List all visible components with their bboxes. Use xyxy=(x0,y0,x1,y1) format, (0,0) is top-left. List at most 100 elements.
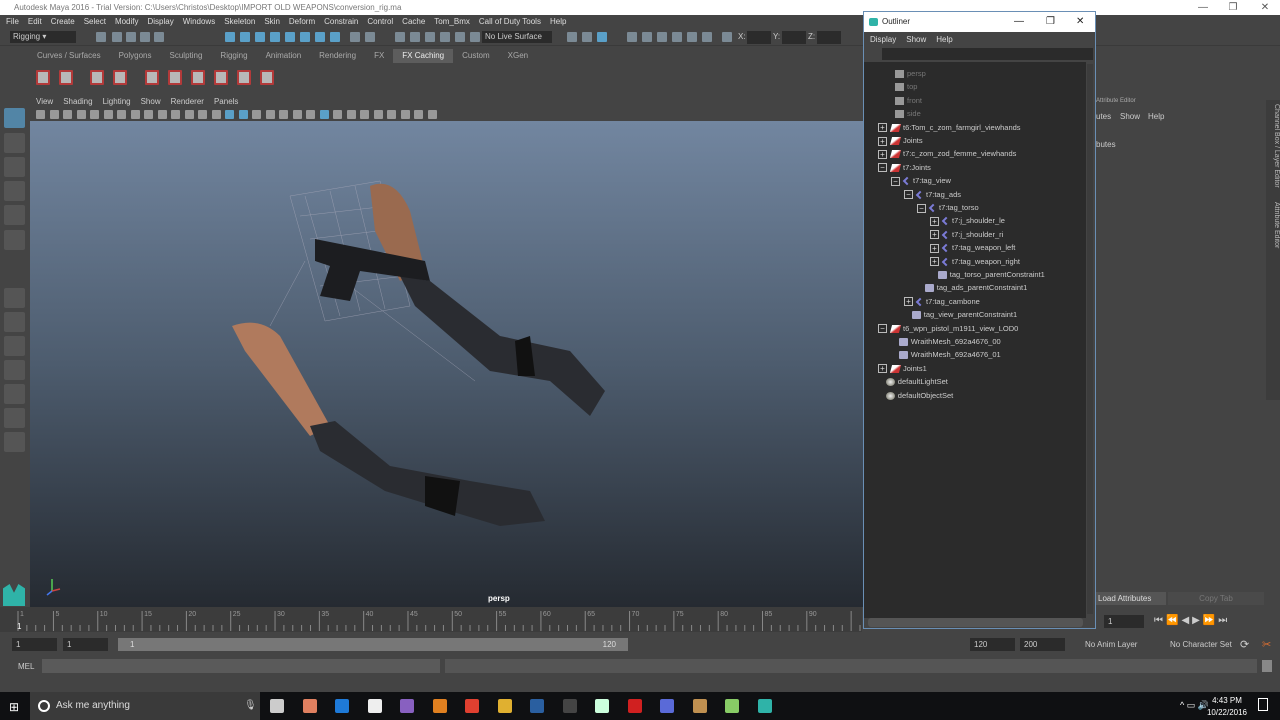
expand-toggle-icon[interactable]: − xyxy=(891,176,900,186)
script-editor-icon[interactable] xyxy=(1262,660,1272,672)
panel-tool-icon[interactable] xyxy=(63,110,72,119)
shelf-tab-curves-surfaces[interactable]: Curves / Surfaces xyxy=(28,49,110,63)
menu-skeleton[interactable]: Skeleton xyxy=(224,15,255,29)
outliner-item[interactable]: persp xyxy=(895,67,926,80)
toolbar-icon[interactable] xyxy=(410,32,420,42)
clock-time[interactable]: 4:43 PM xyxy=(1210,696,1244,705)
toolbar-icon[interactable] xyxy=(567,32,577,42)
taskbar-app-icon[interactable] xyxy=(432,699,447,713)
scale-tool-icon[interactable] xyxy=(4,230,25,250)
taskbar-app-icon[interactable] xyxy=(562,699,577,713)
taskbar-app-icon[interactable] xyxy=(335,699,349,713)
menu-windows[interactable]: Windows xyxy=(183,15,215,29)
shelf-cache-icon[interactable] xyxy=(214,70,228,85)
shelf-tab-animation[interactable]: Animation xyxy=(257,49,311,63)
help-menu[interactable]: Help xyxy=(1148,112,1164,121)
shelf-cache-icon[interactable] xyxy=(191,70,205,85)
outliner-item[interactable]: defaultLightSet xyxy=(885,375,948,388)
outliner-item[interactable]: + t7:c_zom_zod_femme_viewhands xyxy=(878,147,1016,160)
expand-toggle-icon[interactable]: + xyxy=(930,216,939,226)
toolbar-icon[interactable] xyxy=(350,32,360,42)
panel-menu-renderer[interactable]: Renderer xyxy=(171,96,204,108)
panel-tool-icon[interactable] xyxy=(36,110,45,119)
outliner-item[interactable]: + t7:tag_cambone xyxy=(904,295,980,308)
expand-toggle-icon[interactable]: + xyxy=(904,297,913,307)
outliner-vertical-scrollbar[interactable] xyxy=(1087,64,1093,614)
attributes-menu[interactable]: utes xyxy=(1096,112,1111,121)
panel-tool-icon[interactable] xyxy=(279,110,288,119)
menu-select[interactable]: Select xyxy=(84,15,106,29)
range-slider-bar[interactable]: 1 120 xyxy=(118,638,628,651)
shelf-tab-rendering[interactable]: Rendering xyxy=(310,49,365,63)
panel-menu-panels[interactable]: Panels xyxy=(214,96,238,108)
expand-toggle-icon[interactable]: − xyxy=(917,203,926,213)
panel-tool-icon[interactable] xyxy=(373,110,383,119)
outliner-close-button[interactable]: ✕ xyxy=(1076,12,1084,32)
taskbar-app-icon[interactable] xyxy=(400,699,414,713)
panel-tool-icon[interactable] xyxy=(252,110,261,119)
single-view-layout-icon[interactable] xyxy=(4,288,25,308)
panel-tool-icon[interactable] xyxy=(400,110,410,119)
panel-tool-icon[interactable] xyxy=(306,110,315,119)
panel-tool-icon[interactable] xyxy=(225,110,234,119)
taskbar-app-icon[interactable] xyxy=(367,699,382,713)
panel-tool-icon[interactable] xyxy=(346,110,356,119)
shelf-cache-icon[interactable] xyxy=(145,70,159,85)
taskbar-app-icon[interactable] xyxy=(692,699,707,713)
live-surface-field[interactable]: No Live Surface xyxy=(482,31,552,43)
shelf-tab-custom[interactable]: Custom xyxy=(453,49,499,63)
rotate-tool-icon[interactable] xyxy=(4,205,25,225)
y-field[interactable] xyxy=(782,31,806,44)
action-center-icon[interactable] xyxy=(1258,698,1268,711)
outliner-item[interactable]: − t7:tag_ads xyxy=(904,188,961,201)
outliner-menu-display[interactable]: Display xyxy=(870,33,896,47)
outliner-item[interactable]: − t7:tag_view xyxy=(891,174,951,187)
mel-input[interactable] xyxy=(42,659,440,673)
attribute-editor-tab[interactable]: Attribute Editor xyxy=(1273,202,1280,248)
outliner-item[interactable]: + t6:Tom_c_zom_farmgirl_viewhands xyxy=(878,121,1021,134)
panel-menu-show[interactable]: Show xyxy=(141,96,161,108)
panel-tool-icon[interactable] xyxy=(144,110,153,119)
panel-menu-view[interactable]: View xyxy=(36,96,53,108)
panel-tool-icon[interactable] xyxy=(90,110,99,119)
panel-tool-icon[interactable] xyxy=(171,110,180,119)
channel-box-tab[interactable]: Channel Box / Layer Editor xyxy=(1273,104,1280,188)
panel-tool-icon[interactable] xyxy=(333,110,342,119)
outliner-item[interactable]: tag_torso_parentConstraint1 xyxy=(937,268,1045,281)
panel-tool-icon[interactable] xyxy=(157,110,167,119)
menu-modify[interactable]: Modify xyxy=(115,15,139,29)
toolbar-icon[interactable] xyxy=(240,32,250,42)
panel-tool-icon[interactable] xyxy=(198,110,207,119)
playback-start-field[interactable]: 1 xyxy=(63,638,108,651)
taskbar-app-icon[interactable] xyxy=(302,699,317,713)
move-tool-icon[interactable] xyxy=(4,181,25,201)
panel-menu-shading[interactable]: Shading xyxy=(63,96,92,108)
shelf-cache-icon[interactable] xyxy=(36,70,50,85)
panel-tool-icon[interactable] xyxy=(184,110,194,119)
toolbar-icon[interactable] xyxy=(395,32,405,42)
toolbar-icon[interactable] xyxy=(225,32,235,42)
anim-layer-dropdown[interactable]: No Anim Layer xyxy=(1085,640,1137,649)
outliner-layout-icon[interactable] xyxy=(4,408,25,428)
close-button[interactable]: ✕ xyxy=(1250,0,1280,15)
outliner-list[interactable]: persp top front side + t6:Tom_c_zom_farmgirl_… xyxy=(864,62,1086,618)
shelf-tab-fx[interactable]: FX xyxy=(365,49,393,63)
outliner-menu-show[interactable]: Show xyxy=(906,33,926,47)
copy-tab-button[interactable]: Copy Tab xyxy=(1168,592,1264,605)
panel-menu-lighting[interactable]: Lighting xyxy=(103,96,131,108)
outliner-item[interactable]: WraithMesh_692a4676_01 xyxy=(898,348,1001,361)
panel-tool-icon[interactable] xyxy=(360,110,369,119)
toolbar-icon[interactable] xyxy=(330,32,340,42)
outliner-minimize-button[interactable]: — xyxy=(1014,12,1024,32)
toolbar-icon[interactable] xyxy=(597,32,607,42)
load-attributes-button[interactable]: Load Attributes xyxy=(1096,592,1166,605)
start-time-field[interactable]: 1 xyxy=(12,638,57,651)
end-time-field[interactable]: 200 xyxy=(1020,638,1065,651)
taskbar-app-icon[interactable] xyxy=(595,699,609,713)
outliner-item[interactable]: − t7:Joints xyxy=(878,161,931,174)
menu-edit[interactable]: Edit xyxy=(28,15,42,29)
menu-cache[interactable]: Cache xyxy=(402,15,425,29)
expand-toggle-icon[interactable]: − xyxy=(904,190,913,200)
microphone-icon[interactable]: 🎙 xyxy=(244,692,257,720)
shelf-cache-icon[interactable] xyxy=(237,70,251,85)
